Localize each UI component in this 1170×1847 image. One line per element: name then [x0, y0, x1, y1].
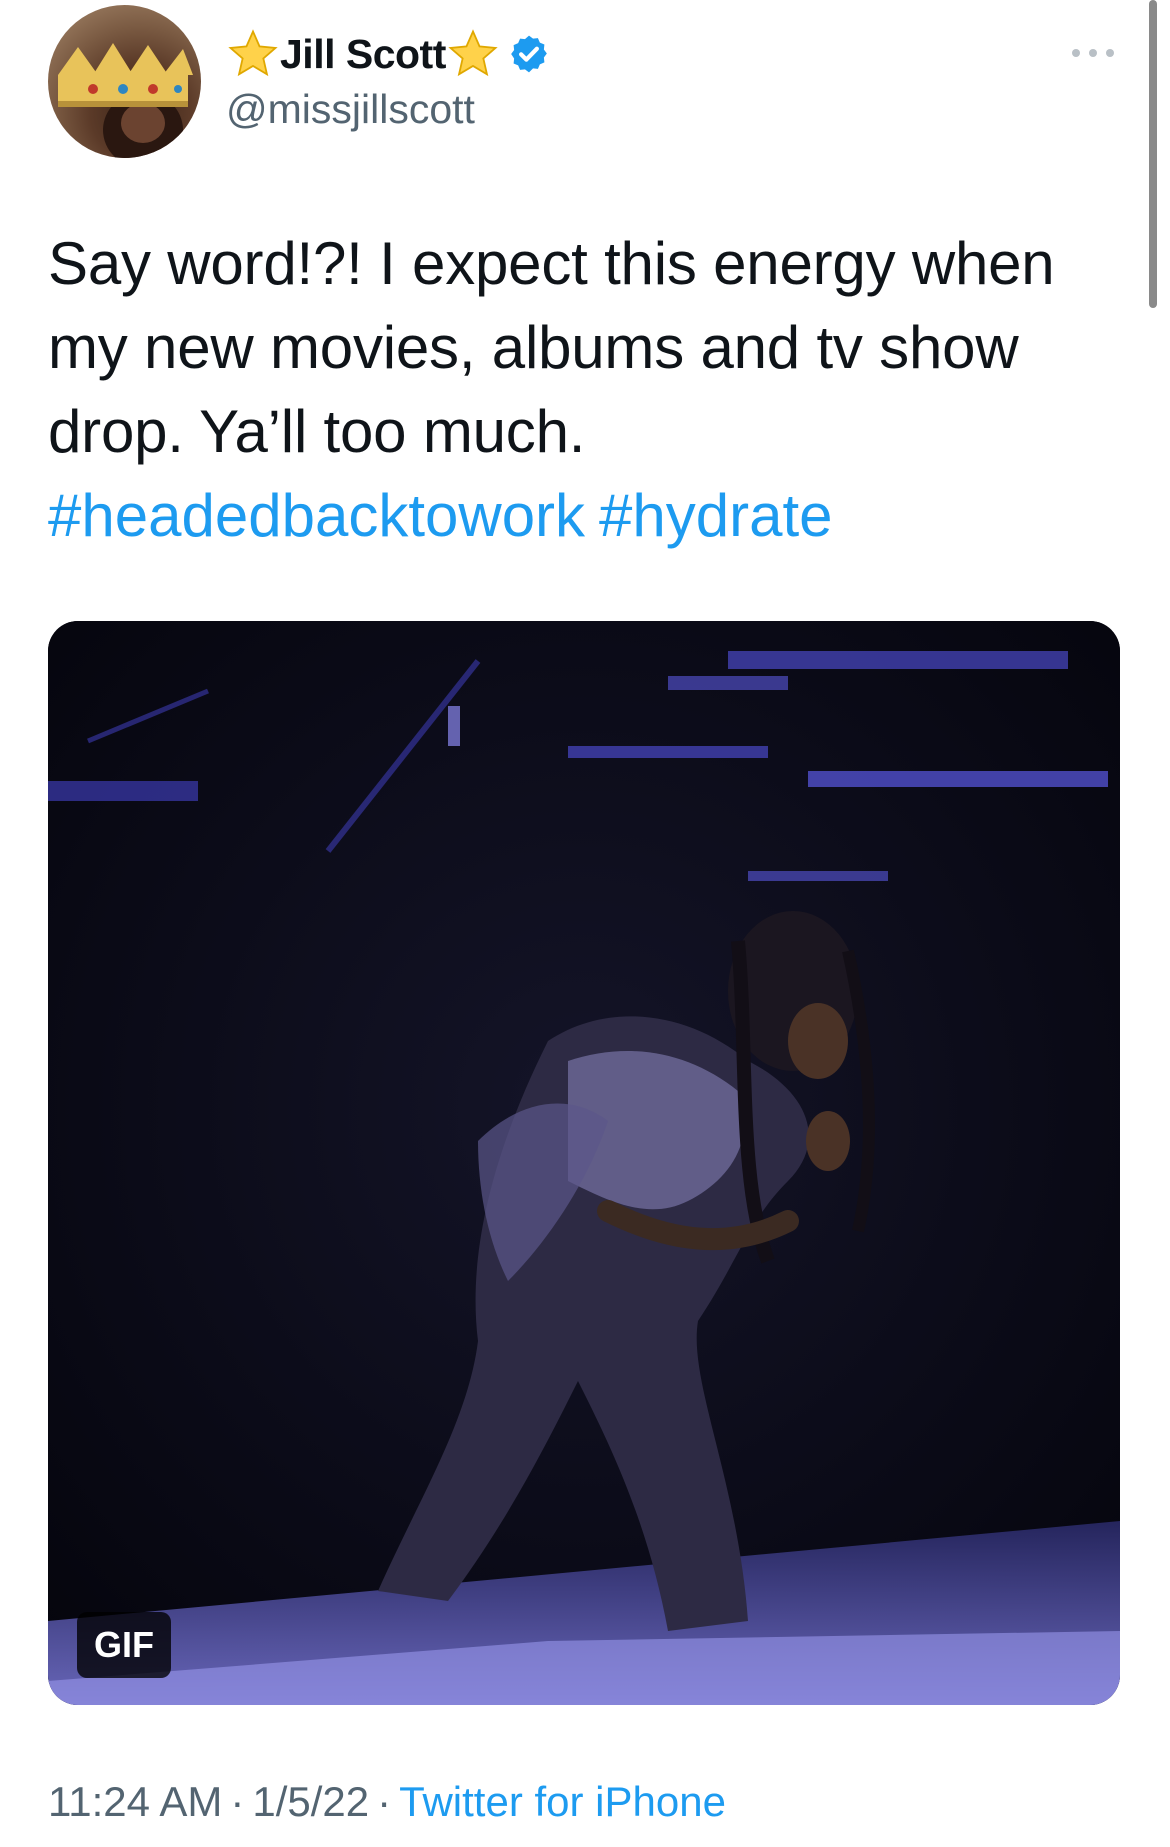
tweet-source-link[interactable]: Twitter for iPhone — [399, 1778, 726, 1825]
tweet-date[interactable]: 1/5/22 — [252, 1778, 369, 1825]
separator: · — [377, 1778, 392, 1825]
scrollbar[interactable] — [1149, 0, 1157, 308]
verified-badge-icon — [511, 35, 547, 73]
hashtag-link[interactable]: #headedbacktowork — [48, 482, 585, 549]
tweet-hashtags: #headedbacktowork #hydrate — [48, 474, 847, 558]
gif-badge: GIF — [77, 1612, 171, 1678]
crowned-avatar — [58, 43, 193, 158]
star-icon — [228, 29, 278, 77]
tweet-gif-media[interactable]: GIF — [48, 621, 1120, 1705]
hashtag-link[interactable]: #hydrate — [599, 482, 833, 549]
author-avatar[interactable] — [48, 5, 201, 158]
star-icon — [448, 29, 498, 77]
more-options-icon[interactable] — [1068, 38, 1118, 68]
tweet-metadata: 11:24 AM · 1/5/22 · Twitter for iPhone — [48, 1778, 726, 1826]
author-display-name[interactable]: Jill Scott — [280, 31, 446, 78]
separator: · — [230, 1778, 245, 1825]
tweet-time[interactable]: 11:24 AM — [48, 1778, 222, 1825]
author-handle[interactable]: @missjillscott — [226, 86, 475, 133]
gif-frame-image — [48, 621, 1120, 1705]
tweet-text: Say word!?! I expect this energy when my… — [48, 230, 1071, 465]
author-name-row[interactable]: Jill Scott — [226, 26, 550, 82]
